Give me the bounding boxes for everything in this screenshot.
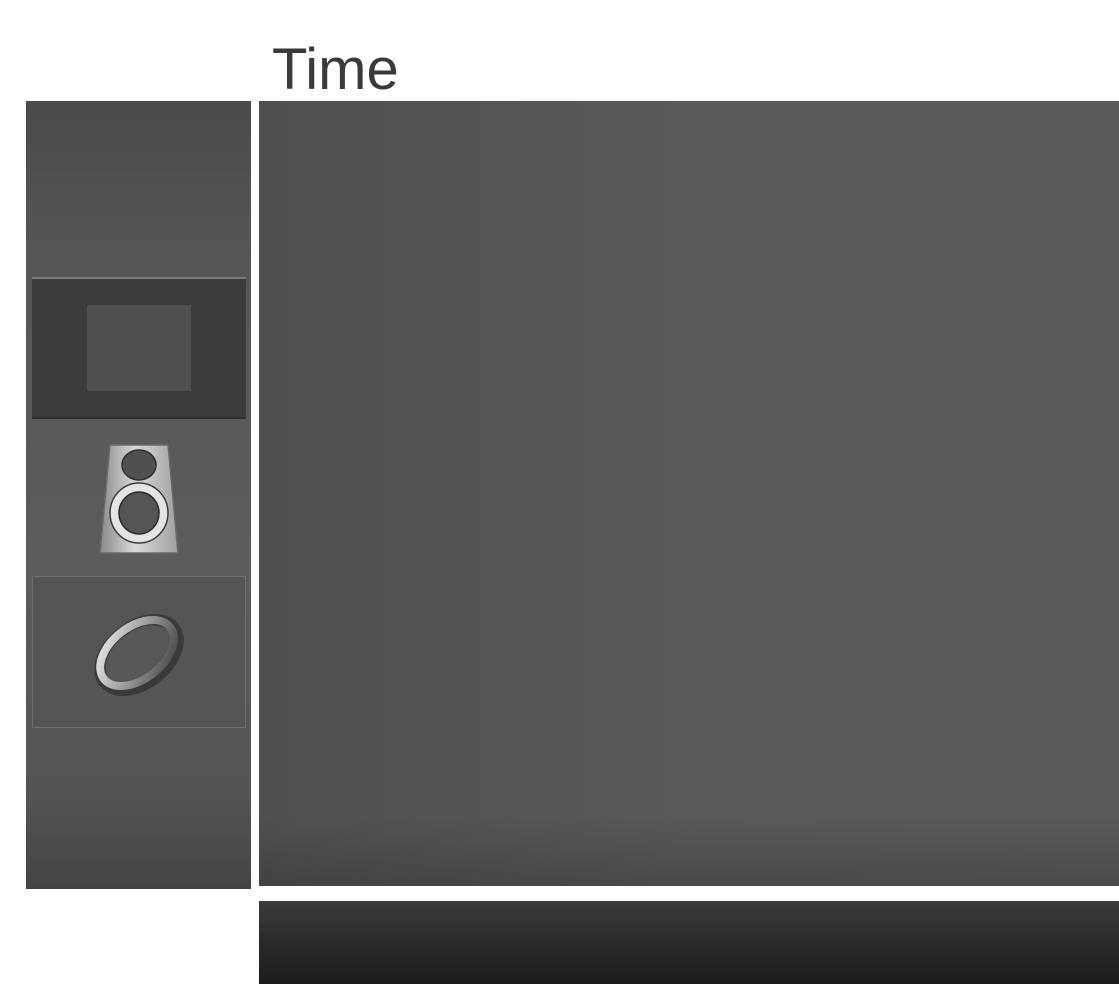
content-panel — [259, 101, 1119, 886]
sidebar-menu — [26, 101, 251, 889]
osd-menu-screen: Time — [0, 0, 1119, 984]
sidebar-item-time[interactable] — [32, 576, 246, 728]
clock-icon — [94, 614, 184, 696]
bottom-bar — [259, 901, 1119, 984]
menu-title: Time — [272, 37, 399, 102]
speaker-icon — [99, 444, 179, 554]
picture-icon — [87, 305, 191, 391]
sidebar-item-picture[interactable] — [32, 277, 246, 419]
sidebar-item-audio[interactable] — [32, 441, 246, 557]
